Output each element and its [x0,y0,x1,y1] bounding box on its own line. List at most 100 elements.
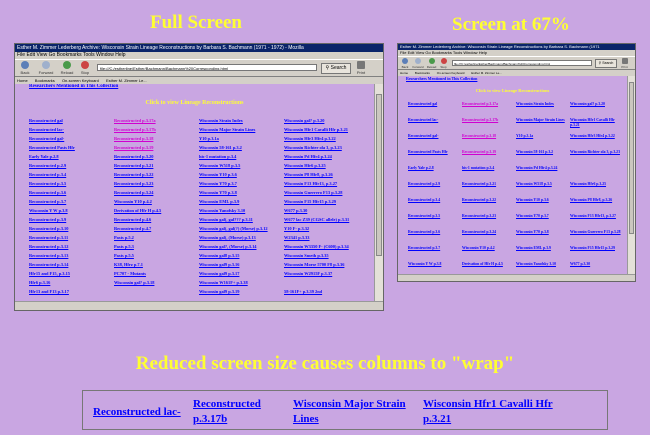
lineage-link[interactable]: Wisconsin Morse 5700 F8 p.3.36 [284,260,369,269]
example-link-3[interactable]: Wisconsin Major Strain Lines [293,397,413,427]
lineage-link[interactable]: Reconstructed Pasts Hfr [408,150,462,155]
menu-window[interactable]: Window [463,50,477,55]
lineage-link[interactable]: W677 p.3.30 [284,206,369,215]
lineage-link[interactable]: Y10 F- p.3.32 [284,224,369,233]
lineage-link[interactable]: Wisconsin Major Strain Lines [199,125,284,134]
lineage-link[interactable]: Derivation of Hfr H p.4.5 [114,206,199,215]
address-field[interactable]: file:///C:/estherline/Esther/Bachmann/Ba… [97,64,317,71]
lineage-link[interactable]: Wisconsin Hfr1 Cavalli Hfr p.3.21 [284,125,369,134]
lineage-link[interactable]: Reconstructed p.3.23 [462,214,516,219]
example-link-2[interactable]: Reconstructed p.3.17b [193,397,283,427]
menu-view[interactable]: View [36,52,47,58]
lineage-link[interactable]: Reconstructed p.3.22 [462,198,516,203]
scrollbar-thumb[interactable] [376,94,382,256]
lineage-link[interactable]: Wisconsin gal?, (Morse) p.3.14 [199,242,284,251]
lineage-link[interactable]: Derivation of Hfr H p.4.5 [462,262,516,267]
menu-file[interactable]: File [17,52,25,58]
lineage-link[interactable]: Reconstructed p.3.9 [29,215,114,224]
lineage-link[interactable]: Wisconsin P8 Hfr8, p.3.26 [570,198,624,203]
lineage-link[interactable]: Reconstructed p.3.17a [462,102,516,107]
lineage-link[interactable]: Reconstructed p.3.11 [29,233,114,242]
menu-bookmarks[interactable]: Bookmarks [432,50,452,55]
lineage-link[interactable]: Reconstructed p.3.24 [462,230,516,235]
lineage-link[interactable]: Wisconsin Hfr3 Hfr4 p.3.22 [284,134,369,143]
lineage-link[interactable]: Wisconsin Guerrero F13 p.3.28 [284,188,369,197]
forward-button[interactable]: Forward [37,61,55,75]
lineage-link[interactable]: Wisconsin Y W p.3.8 [408,262,462,267]
lineage-link[interactable]: Reconstructed Pasts Hfr [29,143,114,152]
menu-edit[interactable]: Edit [26,52,35,58]
menu-bookmarks[interactable]: Bookmarks [57,52,82,58]
bookmark-archive[interactable]: Esther M. Zimmer Le... [106,78,147,83]
lineage-link[interactable]: Reconstructed gal- [408,134,462,139]
lineage-link[interactable]: Reconstructed gal [29,116,114,125]
bookmark-home[interactable]: Home [400,71,408,75]
lineage-link[interactable]: Hfr13 and F13 p.3.17 [29,287,114,296]
lineage-link[interactable]: W677 p.3.30 [570,262,624,267]
bookmark-keyboard[interactable]: On-screen Keyboard [62,78,99,83]
lineage-link[interactable]: Wisconsin P8 Hfr8, p.3.26 [284,170,369,179]
example-link-1[interactable]: Reconstructed lac- [93,405,183,420]
lineage-link[interactable]: Pasts p.5.5 [114,251,199,260]
lineage-link[interactable]: Reconstructed p.3.18 [462,134,516,139]
lineage-link[interactable]: Wisconsin W518 p.3.5 [199,161,284,170]
lineage-link[interactable]: Reconstructed p.3.10 [29,224,114,233]
lineage-link[interactable]: Wisconsin Hfr3 Hfr4 p.3.22 [570,134,624,139]
lineage-link[interactable]: Wisconsin gal9 p.3.19 [199,287,284,296]
lineage-link[interactable]: Wisconsin Hfr6 p.3.25 [570,182,624,187]
print-button[interactable]: Print [619,58,630,69]
lineage-link[interactable]: Wisconsin Y10 p.3.6 [199,170,284,179]
lineage-link[interactable]: Wisconsin W2915F p.3.37 [284,269,369,278]
lineage-link[interactable]: Wisconsin Y70 p.3.8 [516,230,570,235]
lineage-link[interactable]: Early Yale p.2.8 [408,166,462,171]
reload-button[interactable]: Reload [426,58,437,69]
lineage-link[interactable]: Wisconsin gal? p.3.20 [570,102,624,107]
lineage-link[interactable]: Reconstructed p.4.7 [114,224,199,233]
lineage-link[interactable]: Wisconsin W3350 F- (C600) p.3.34 [284,242,369,251]
researchers-link[interactable]: Researchers Mentioned in This Collection [406,76,477,81]
lineage-link[interactable]: Reconstructed p.4.6 [114,215,199,224]
lineage-link[interactable]: Wisconsin gal(, (Morse) p.3.13 [199,233,284,242]
menu-window[interactable]: Window [96,52,114,58]
menu-tools[interactable]: Tools [453,50,462,55]
lineage-link[interactable]: Wisconsin Yanofsky 3.10 [516,262,570,267]
lineage-link[interactable]: Wisconsin Guerrero F13 p.3.28 [570,230,624,235]
lineage-link[interactable]: Y10 p.3.1a [199,134,284,143]
lineage-link[interactable]: Wisconsin Pd Hfr4 p.3.24 [284,152,369,161]
bookmark-home[interactable]: Home [17,78,28,83]
lineage-link[interactable]: Reconstructed p.3.22 [114,170,199,179]
lineage-link[interactable]: Reconstructed p.2.9 [29,161,114,170]
lineage-link[interactable]: Reconstructed p.3.21 [462,182,516,187]
lineage-link[interactable]: Wisconsin Y10 p.3.6 [516,198,570,203]
lineage-link[interactable]: Reconstructed p.3.23 [114,179,199,188]
example-link-4[interactable]: Wisconsin Hfr1 Cavalli Hfr p.3.21 [423,397,563,427]
search-button[interactable]: ⚲ Search [321,63,351,74]
scrollbar[interactable] [627,76,635,275]
lineage-link[interactable]: Wisconsin Hfr6 p.3.25 [284,161,369,170]
lineage-link[interactable]: PC707 - Mutants [114,269,199,278]
menu-go[interactable]: Go [49,52,56,58]
search-button[interactable]: ⚲ Search [595,59,617,68]
lineage-link[interactable]: his-1 mutation p.3.4 [462,166,516,171]
lineage-link[interactable]: his-1 mutation p.3.4 [199,152,284,161]
lineage-link[interactable]: Reconstructed p.3.13 [29,251,114,260]
lineage-link[interactable]: Wisconsin Y70 p.3.8 [199,188,284,197]
lineage-link[interactable]: Wisconsin W161F+ p.3.38 [199,278,284,287]
lineage-link[interactable]: Wisconsin gal? p.3.20 [284,116,369,125]
lineage-link[interactable]: Reconstructed p.3.21 [114,161,199,170]
lineage-link[interactable]: Reconstructed gal- [29,134,114,143]
print-button[interactable]: Print [353,61,369,75]
lineage-link[interactable]: Wisconsin F15 Hfr15 p.3.29 [570,246,624,251]
lineage-link[interactable]: 58-161F+ p.3.39 2nd [284,287,369,296]
lineage-link[interactable]: Wisconsin gal9 p.3.16 [199,260,284,269]
lineage-link[interactable]: Wisconsin gal? p.3.18 [114,278,199,287]
lineage-link[interactable]: Wisconsin Hfr1 Cavalli Hfr p.3.21 [570,118,624,128]
menu-go[interactable]: Go [425,50,430,55]
lineage-link[interactable]: Reconstructed p.3.14 [29,260,114,269]
lineage-link[interactable]: Early Yale p.2.8 [29,152,114,161]
lineage-link[interactable]: Y10 p.3.1a [516,134,570,139]
lineage-link[interactable]: Wisconsin Y70 p.3.7 [199,179,284,188]
lineage-link[interactable]: W2341 p.3.33 [284,233,369,242]
lineage-link[interactable]: Wisconsin W518 p.3.5 [516,182,570,187]
lineage-link[interactable]: Wisconsin Smeth p.3.35 [284,251,369,260]
